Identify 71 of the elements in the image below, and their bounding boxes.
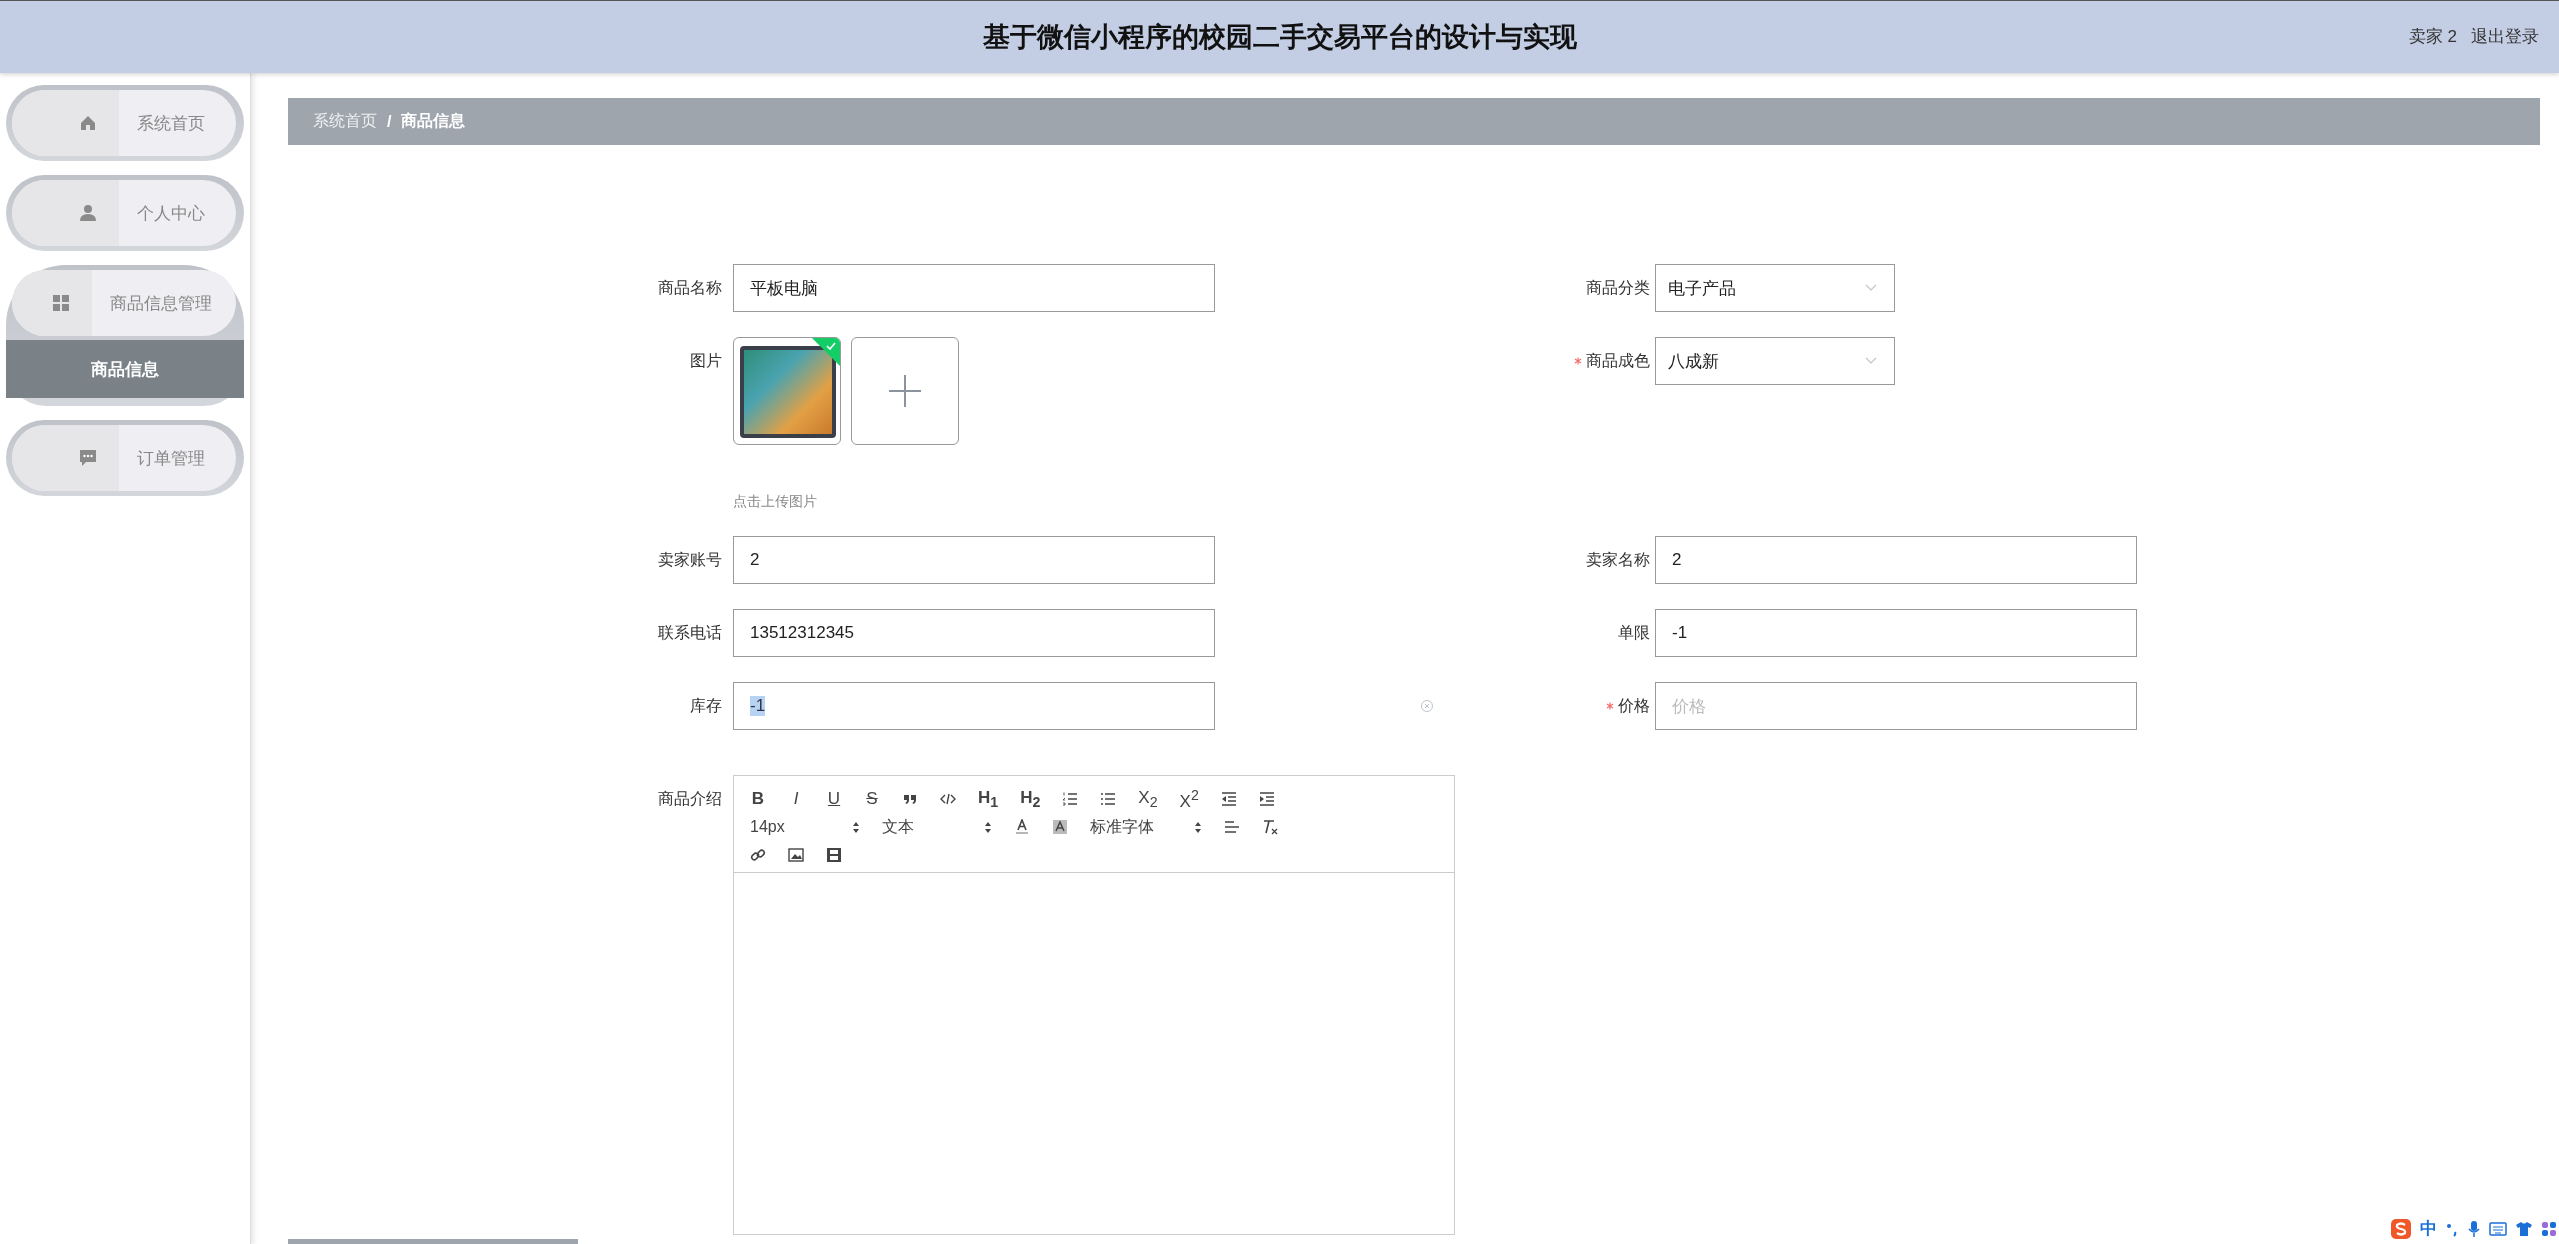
breadcrumb-current: 商品信息 <box>401 111 466 131</box>
up-down-arrows-icon <box>984 820 992 834</box>
field-label: 图片 <box>690 350 722 371</box>
menu-label: 个人中心 <box>136 202 205 225</box>
link-icon[interactable] <box>750 847 766 863</box>
field-label: 商品成色 <box>1586 350 1650 371</box>
numbered-list-icon[interactable] <box>1062 791 1079 807</box>
check-badge-icon <box>812 338 840 366</box>
format-button[interactable]: U <box>826 789 842 809</box>
person-icon <box>79 204 97 222</box>
field-label: 联系电话 <box>658 622 722 643</box>
user-name: 卖家 2 <box>2408 26 2457 48</box>
field-label: 单限 <box>1618 622 1650 643</box>
input-field[interactable]: 13512312345 <box>733 609 1215 657</box>
submenu-item[interactable]: 商品信息 <box>6 340 244 398</box>
field-label: 库存 <box>690 695 722 716</box>
format-button[interactable]: S <box>864 789 880 809</box>
upload-hint: 点击上传图片 <box>733 493 818 511</box>
input-field[interactable]: 平板电脑 <box>733 264 1215 312</box>
clear-format-icon[interactable] <box>1262 819 1278 835</box>
microphone-icon[interactable] <box>2467 1219 2481 1238</box>
format-button[interactable]: B <box>750 789 766 809</box>
menu-label: 系统首页 <box>136 112 205 135</box>
field-label: 商品介绍 <box>658 788 722 809</box>
font-color-icon[interactable] <box>1014 819 1030 835</box>
up-down-arrows-icon <box>852 820 860 834</box>
outdent-icon[interactable] <box>1220 791 1237 807</box>
input-field[interactable]: 2 <box>1655 536 2137 584</box>
menu-label: 商品信息管理 <box>109 292 212 315</box>
format-button[interactable]: H$_{1}$ <box>978 787 999 811</box>
input-field[interactable]: -1 <box>1655 609 2137 657</box>
film-icon[interactable] <box>826 847 842 863</box>
highlight-color-icon[interactable] <box>1052 819 1068 835</box>
apps-grid-icon[interactable] <box>2541 1220 2557 1237</box>
format-button[interactable]: X$^{2}$ <box>1179 786 1199 812</box>
shirt-icon[interactable] <box>2515 1219 2533 1238</box>
dropdown[interactable]: 八成新 <box>1655 337 1895 385</box>
align-left-icon[interactable] <box>1224 819 1240 835</box>
keyboard-icon[interactable] <box>2489 1219 2507 1238</box>
image-icon[interactable] <box>788 847 804 863</box>
upload-button[interactable] <box>851 337 959 445</box>
up-down-arrows-icon <box>1194 820 1202 834</box>
field-label: 价格 <box>1618 695 1650 716</box>
field-label: 卖家名称 <box>1586 549 1650 570</box>
logout-link[interactable]: 退出登录 <box>2471 25 2539 48</box>
format-button[interactable]: I <box>788 789 804 809</box>
toolbar-dropdown[interactable]: 14px <box>750 818 860 836</box>
breadcrumb-separator: / <box>387 112 392 131</box>
code-icon[interactable] <box>940 791 956 807</box>
toolbar-dropdown[interactable]: 文本 <box>882 816 992 838</box>
indent-icon[interactable] <box>1258 791 1275 807</box>
horizontal-scrollbar[interactable] <box>288 1239 578 1244</box>
bullet-list-icon[interactable] <box>1100 791 1117 807</box>
dropdown[interactable]: 电子产品 <box>1655 264 1895 312</box>
field-label: 商品名称 <box>658 277 722 298</box>
page-title: 基于微信小程序的校园二手交易平台的设计与实现 <box>982 21 1577 54</box>
home-icon <box>79 114 97 132</box>
format-button[interactable]: H$_{2}$ <box>1020 787 1041 811</box>
input-mode-toggle[interactable]: 中 <box>2420 1217 2437 1240</box>
plus-icon <box>887 373 923 409</box>
chat-icon <box>79 449 97 467</box>
input-method-logo-icon[interactable] <box>2390 1217 2412 1240</box>
toolbar-dropdown[interactable]: 标准字体 <box>1090 816 1202 838</box>
grid-icon <box>52 294 70 312</box>
field-label: 卖家账号 <box>658 549 722 570</box>
field-label: 商品分类 <box>1586 277 1650 298</box>
format-button[interactable]: X$_{2}$ <box>1138 787 1158 811</box>
menu-label: 订单管理 <box>136 447 205 470</box>
image-thumbnail[interactable] <box>733 337 841 445</box>
input-field[interactable]: -1 <box>733 682 1215 730</box>
input-field[interactable]: 2 <box>733 536 1215 584</box>
